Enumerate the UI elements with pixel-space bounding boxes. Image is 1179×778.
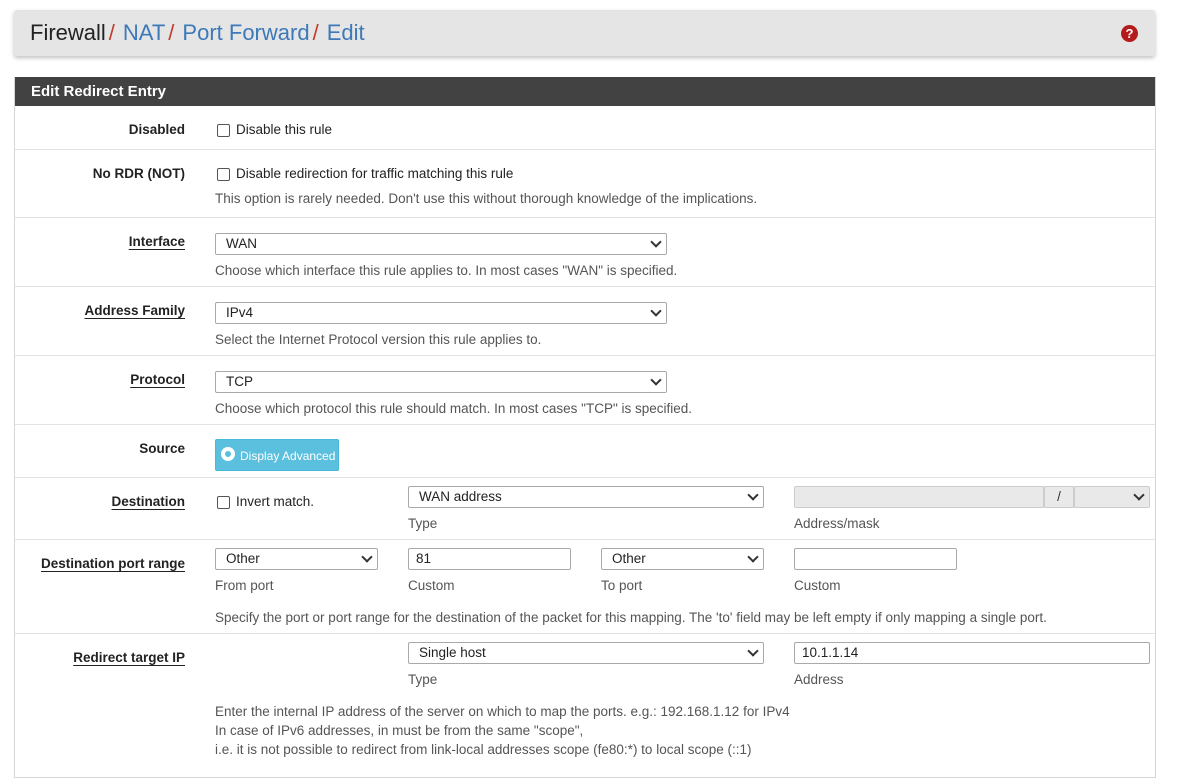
question-circle-icon[interactable]: ? — [1121, 25, 1138, 42]
to-port-caption: To port — [601, 578, 643, 593]
from-port-custom-input[interactable]: 81 — [408, 548, 571, 570]
row-source: Source Display Advanced — [15, 424, 1155, 478]
to-port-select[interactable]: Other — [601, 548, 764, 570]
redirect-help-line3: i.e. it is not possible to redirect from… — [215, 742, 752, 757]
breadcrumb-bar: Firewall / NAT / Port Forward / Edit ? — [14, 10, 1155, 56]
redirect-address-caption: Address — [794, 672, 844, 687]
interface-select-value: WAN — [226, 236, 257, 251]
row-destination: Destination Invert match. WAN address Ty… — [15, 477, 1155, 540]
interface-label: Interface — [128, 234, 185, 249]
row-interface: Interface WAN Choose which interface thi… — [15, 217, 1155, 287]
to-port-custom-caption: Custom — [794, 578, 841, 593]
breadcrumb-port-forward[interactable]: Port Forward — [182, 20, 309, 45]
destination-label: Destination — [111, 494, 185, 509]
address-family-select[interactable]: IPv4 — [215, 302, 667, 324]
row-disabled: Disabled Disable this rule — [15, 106, 1155, 149]
edit-redirect-panel: Edit Redirect Entry Disabled Disable thi… — [14, 77, 1156, 778]
display-advanced-label: Display Advanced — [240, 449, 336, 463]
to-port-custom-input[interactable] — [794, 548, 957, 570]
address-family-label: Address Family — [84, 303, 185, 318]
chevron-down-icon — [747, 489, 759, 501]
row-address-family: Address Family IPv4 Select the Internet … — [15, 286, 1155, 356]
destination-type-caption: Type — [408, 516, 438, 531]
to-port-value: Other — [612, 551, 646, 566]
redirect-help-line1: Enter the internal IP address of the ser… — [215, 704, 790, 719]
from-port-custom-caption: Custom — [408, 578, 455, 593]
nordr-label: No RDR (NOT) — [92, 166, 185, 181]
breadcrumb: Firewall / NAT / Port Forward / Edit — [30, 20, 365, 46]
chevron-down-icon — [747, 645, 759, 657]
chevron-down-icon — [650, 236, 662, 248]
chevron-down-icon — [650, 374, 662, 386]
redirect-help-line2: In case of IPv6 addresses, in must be fr… — [215, 723, 584, 738]
breadcrumb-separator: / — [312, 20, 319, 45]
display-advanced-button[interactable]: Display Advanced — [215, 439, 339, 471]
destination-type-value: WAN address — [419, 489, 502, 504]
breadcrumb-edit[interactable]: Edit — [327, 20, 365, 45]
row-redirect-target: Redirect target IP Single host Type 10.1… — [15, 633, 1155, 778]
row-dest-port-range: Destination port range Other From port 8… — [15, 539, 1155, 634]
disabled-label: Disabled — [128, 122, 185, 137]
dest-port-help: Specify the port or port range for the d… — [215, 610, 1047, 625]
dest-port-range-label: Destination port range — [40, 556, 185, 571]
nordr-checkbox-label[interactable]: Disable redirection for traffic matching… — [236, 166, 513, 181]
disable-rule-checkbox[interactable] — [217, 124, 230, 137]
protocol-select-value: TCP — [226, 374, 253, 389]
destination-type-select[interactable]: WAN address — [408, 486, 764, 508]
redirect-type-select[interactable]: Single host — [408, 642, 764, 664]
breadcrumb-separator: / — [108, 20, 115, 45]
destination-address-caption: Address/mask — [794, 516, 880, 531]
protocol-label: Protocol — [130, 372, 185, 387]
nordr-help: This option is rarely needed. Don't use … — [215, 191, 758, 206]
destination-mask-select[interactable] — [1074, 486, 1150, 508]
from-port-value: Other — [226, 551, 260, 566]
nordr-checkbox[interactable] — [217, 168, 230, 181]
interface-select[interactable]: WAN — [215, 233, 667, 255]
chevron-down-icon — [747, 551, 759, 563]
destination-address-input[interactable] — [794, 486, 1044, 508]
from-port-caption: From port — [215, 578, 274, 593]
invert-match-checkbox[interactable] — [217, 496, 230, 509]
chevron-down-icon — [650, 305, 662, 317]
protocol-select[interactable]: TCP — [215, 371, 667, 393]
interface-help: Choose which interface this rule applies… — [215, 263, 678, 278]
breadcrumb-nat[interactable]: NAT — [123, 20, 165, 45]
address-family-select-value: IPv4 — [226, 305, 254, 320]
gear-icon — [221, 447, 235, 461]
disable-rule-checkbox-label[interactable]: Disable this rule — [236, 122, 332, 137]
redirect-address-input[interactable]: 10.1.1.14 — [794, 642, 1150, 664]
chevron-down-icon — [361, 551, 373, 563]
redirect-type-value: Single host — [419, 645, 486, 660]
redirect-target-label: Redirect target IP — [73, 650, 185, 665]
invert-match-label[interactable]: Invert match. — [236, 494, 314, 509]
address-family-help: Select the Internet Protocol version thi… — [215, 332, 542, 347]
protocol-help: Choose which protocol this rule should m… — [215, 401, 693, 416]
from-port-select[interactable]: Other — [215, 548, 378, 570]
redirect-type-caption: Type — [408, 672, 438, 687]
panel-title: Edit Redirect Entry — [15, 77, 1155, 106]
source-label: Source — [139, 441, 185, 456]
row-nordr: No RDR (NOT) Disable redirection for tra… — [15, 149, 1155, 218]
breadcrumb-firewall: Firewall — [30, 20, 106, 45]
breadcrumb-separator: / — [168, 20, 175, 45]
chevron-down-icon — [1133, 489, 1145, 501]
mask-separator: / — [1044, 486, 1074, 508]
row-protocol: Protocol TCP Choose which protocol this … — [15, 355, 1155, 425]
